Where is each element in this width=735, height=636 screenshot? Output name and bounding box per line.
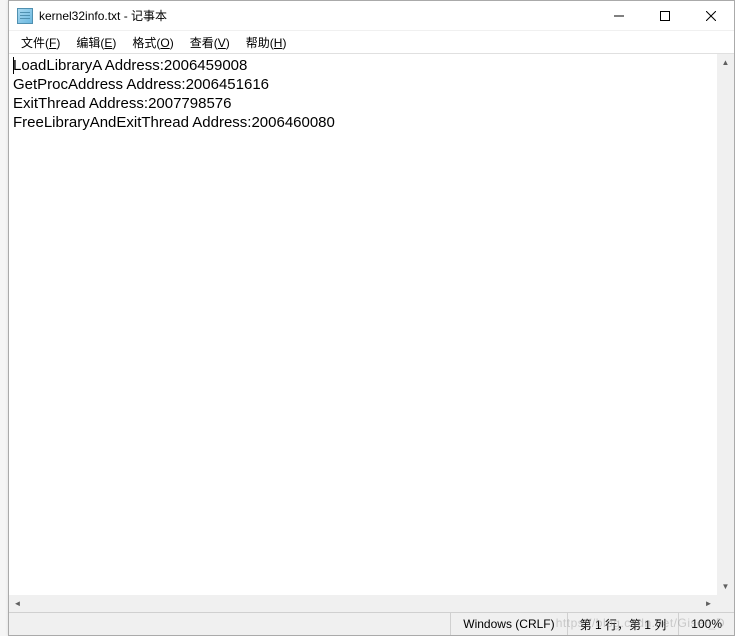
text-line: GetProcAddress Address:2006451616 bbox=[13, 76, 269, 93]
menu-help[interactable]: 帮助(H) bbox=[238, 32, 295, 53]
scroll-corner bbox=[717, 595, 734, 612]
window-title: kernel32info.txt - 记事本 bbox=[39, 7, 596, 24]
menu-file[interactable]: 文件(F) bbox=[13, 32, 68, 53]
scroll-left-icon[interactable]: ◄ bbox=[9, 595, 26, 612]
menu-view[interactable]: 查看(V) bbox=[182, 32, 238, 53]
notepad-window: kernel32info.txt - 记事本 文件(F) 编辑(E) 格式(O)… bbox=[8, 0, 735, 636]
status-position: 第 1 行，第 1 列 bbox=[567, 613, 679, 635]
statusbar: Windows (CRLF) 第 1 行，第 1 列 100% bbox=[9, 612, 734, 635]
vertical-scrollbar[interactable]: ▲ ▼ bbox=[717, 54, 734, 595]
text-line: ExitThread Address:2007798576 bbox=[13, 95, 232, 112]
scroll-up-icon[interactable]: ▲ bbox=[717, 54, 734, 71]
maximize-button[interactable] bbox=[642, 1, 688, 31]
scroll-down-icon[interactable]: ▼ bbox=[717, 578, 734, 595]
text-line: FreeLibraryAndExitThread Address:2006460… bbox=[13, 114, 335, 131]
minimize-button[interactable] bbox=[596, 1, 642, 31]
scroll-right-icon[interactable]: ► bbox=[700, 595, 717, 612]
notepad-icon bbox=[17, 8, 33, 24]
close-button[interactable] bbox=[688, 1, 734, 31]
text-line: LoadLibraryA Address:2006459008 bbox=[13, 57, 247, 74]
menu-edit[interactable]: 编辑(E) bbox=[68, 32, 124, 53]
menubar: 文件(F) 编辑(E) 格式(O) 查看(V) 帮助(H) bbox=[9, 31, 734, 53]
window-controls bbox=[596, 1, 734, 30]
status-zoom: 100% bbox=[678, 613, 734, 635]
text-editor[interactable]: LoadLibraryA Address:2006459008 GetProcA… bbox=[9, 54, 717, 595]
menu-format[interactable]: 格式(O) bbox=[124, 32, 181, 53]
content-area: LoadLibraryA Address:2006459008 GetProcA… bbox=[9, 53, 734, 612]
horizontal-scrollbar[interactable]: ◄ ► bbox=[9, 595, 717, 612]
background-fragment bbox=[0, 0, 8, 636]
titlebar[interactable]: kernel32info.txt - 记事本 bbox=[9, 1, 734, 31]
status-encoding: Windows (CRLF) bbox=[450, 613, 566, 635]
